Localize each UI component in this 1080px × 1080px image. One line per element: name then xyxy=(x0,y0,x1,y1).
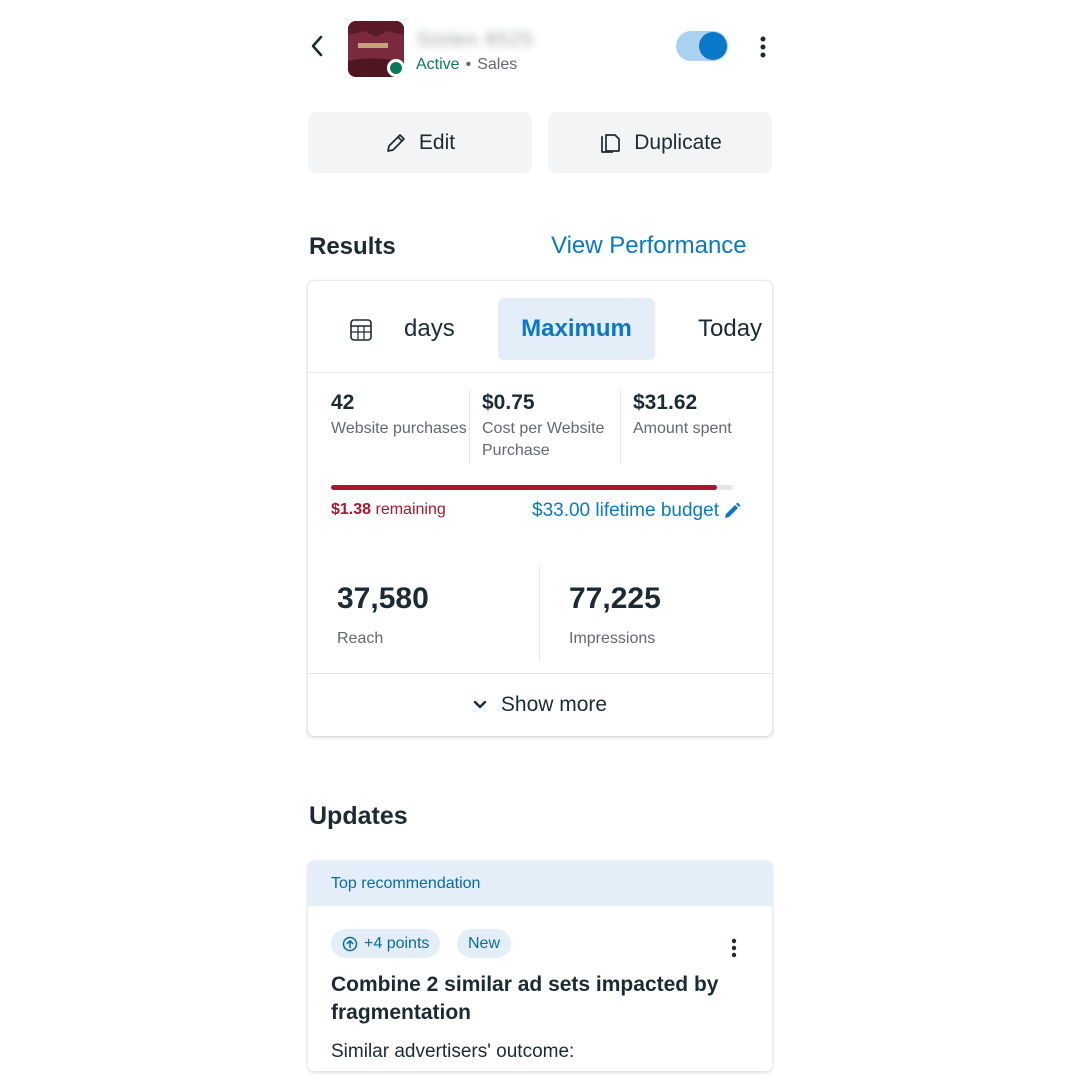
chevron-down-icon xyxy=(473,700,487,709)
ad-name: Stolen 8525 xyxy=(416,28,534,51)
lifetime-budget-label: $33.00 lifetime budget xyxy=(532,500,719,521)
divider xyxy=(620,390,621,464)
points-label: +4 points xyxy=(364,934,430,952)
impressions-value: 77,225 xyxy=(569,582,661,615)
reach-value: 37,580 xyxy=(337,582,429,615)
show-more-label: Show more xyxy=(500,693,608,716)
edit-button[interactable]: Edit xyxy=(308,112,532,173)
tab-days[interactable]: days xyxy=(404,298,455,360)
calendar-table-icon[interactable] xyxy=(349,318,373,342)
new-chip: New xyxy=(457,929,512,958)
remaining-amount: $1.38 xyxy=(331,501,372,518)
metric-website-purchases: 42 Website purchases xyxy=(331,390,481,440)
results-title: Results xyxy=(309,233,396,260)
recommendation-title: Combine 2 similar ad sets impacted by fr… xyxy=(331,973,719,1024)
divider xyxy=(469,390,470,464)
tab-today[interactable]: Today xyxy=(698,298,762,360)
budget-progress-bar xyxy=(331,485,733,490)
metric-label: Website purchases xyxy=(331,420,467,437)
more-options-button[interactable] xyxy=(748,28,778,66)
metric-value: $0.75 xyxy=(482,391,535,414)
recommendation-more-button[interactable] xyxy=(722,935,746,961)
back-button[interactable] xyxy=(300,28,334,64)
updates-title: Updates xyxy=(309,802,408,830)
recommendation-header: Top recommendation xyxy=(308,861,772,906)
ad-toggle[interactable] xyxy=(676,31,728,61)
view-performance-link[interactable]: View Performance xyxy=(551,232,747,260)
metric-cost-per-purchase: $0.75 Cost per Website Purchase xyxy=(482,390,632,462)
reach-label: Reach xyxy=(337,630,384,647)
budget-progress-fill xyxy=(331,485,717,490)
tab-maximum[interactable]: Maximum xyxy=(498,298,655,360)
date-range-tabs: days Maximum Today xyxy=(308,281,772,373)
status-text: Active xyxy=(416,56,460,73)
objective-text: Sales xyxy=(477,56,518,73)
points-chip: +4 points xyxy=(331,929,441,958)
edit-label: Edit xyxy=(418,130,456,154)
metric-value: 42 xyxy=(331,391,355,414)
recommendation-subtitle: Similar advertisers' outcome: xyxy=(331,1041,575,1062)
recommendation-card[interactable]: Top recommendation +4 points New Combine… xyxy=(308,861,772,1071)
duplicate-icon xyxy=(601,133,621,153)
reach-stat: 37,580 Reach xyxy=(337,582,429,648)
duplicate-button[interactable]: Duplicate xyxy=(548,112,772,173)
budget-remaining: $1.38 remaining xyxy=(331,501,446,519)
new-label: New xyxy=(468,934,501,952)
duplicate-label: Duplicate xyxy=(634,130,722,154)
lifetime-budget-link[interactable]: $33.00 lifetime budget xyxy=(532,500,741,522)
metric-amount-spent: $31.62 Amount spent xyxy=(633,390,772,440)
divider xyxy=(539,566,540,661)
status-line: Active • Sales xyxy=(416,56,517,74)
toggle-knob xyxy=(699,32,727,60)
results-card: days Maximum Today 42 Website purchases … xyxy=(308,281,772,736)
chevron-left-icon xyxy=(311,35,323,57)
remaining-text: remaining xyxy=(375,501,446,518)
more-vertical-icon xyxy=(760,36,766,58)
arrow-up-circle-icon xyxy=(342,936,358,951)
show-more-button[interactable]: Show more xyxy=(308,673,772,736)
edit-pencil-icon xyxy=(724,502,741,518)
more-vertical-icon xyxy=(731,938,737,958)
metric-label: Cost per Website Purchase xyxy=(482,420,605,459)
metric-value: $31.62 xyxy=(633,391,698,414)
status-separator: • xyxy=(465,56,472,73)
metric-label: Amount spent xyxy=(633,420,732,437)
impressions-stat: 77,225 Impressions xyxy=(569,582,661,648)
pencil-icon xyxy=(387,133,405,152)
active-status-dot xyxy=(387,59,405,77)
impressions-label: Impressions xyxy=(569,630,656,647)
